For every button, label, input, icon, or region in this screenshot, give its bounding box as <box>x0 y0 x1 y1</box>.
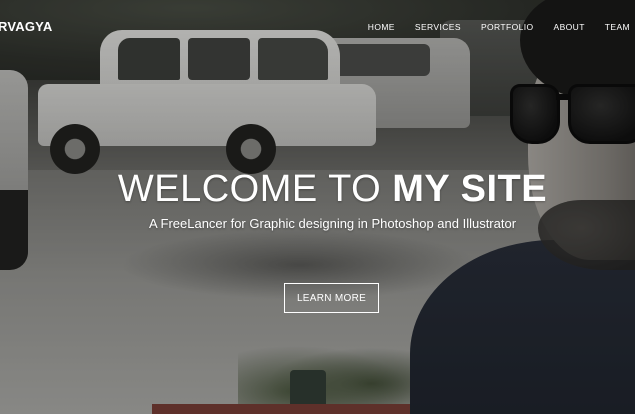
nav-item-team[interactable]: TEAM <box>605 22 630 32</box>
hero-headline-regular: WELCOME TO <box>117 168 382 210</box>
nav-item-home[interactable]: HOME <box>368 22 395 32</box>
nav-menu: HOME SERVICES PORTFOLIO ABOUT TEAM <box>368 22 635 32</box>
navbar: RVAGYA HOME SERVICES PORTFOLIO ABOUT TEA… <box>0 0 635 54</box>
nav-item-services[interactable]: SERVICES <box>415 22 461 32</box>
learn-more-button[interactable]: LEARN MORE <box>284 283 379 313</box>
nav-item-portfolio[interactable]: PORTFOLIO <box>481 22 534 32</box>
hero-headline-bold: MY SITE <box>392 168 548 210</box>
nav-item-about[interactable]: ABOUT <box>554 22 585 32</box>
brand-logo[interactable]: RVAGYA <box>0 19 52 34</box>
hero-section: RVAGYA HOME SERVICES PORTFOLIO ABOUT TEA… <box>0 0 635 414</box>
hero-subheadline: A FreeLancer for Graphic designing in Ph… <box>148 216 517 231</box>
hero-headline: WELCOME TO MY SITE <box>0 168 635 211</box>
